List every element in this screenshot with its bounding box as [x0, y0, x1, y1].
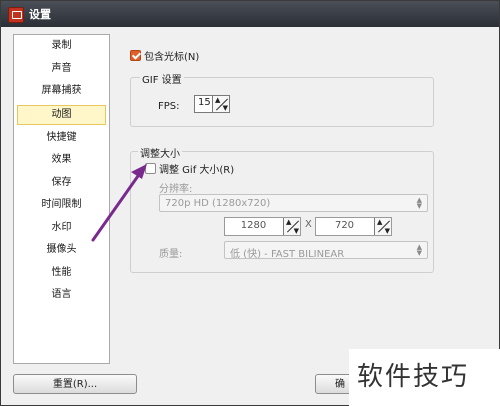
sidebar-item-webcam[interactable]: 摄像头: [14, 239, 109, 262]
spin-arrows-icon[interactable]: ▲ ▼: [374, 218, 391, 235]
gif-settings-group: GIF 设置 FPS: 15 ▲ ▼: [130, 71, 434, 127]
dropdown-arrow-icon: ▲ ▼: [416, 243, 422, 257]
sidebar-item-save[interactable]: 保存: [14, 172, 109, 195]
resize-gif-label: 调整 Gif 大小(R): [159, 165, 235, 176]
sidebar-item-record[interactable]: 录制: [14, 35, 109, 58]
quality-value: 低 (快) - FAST BILINEAR: [230, 249, 345, 260]
watermark-text: 软件技巧: [349, 349, 500, 406]
fps-spinbox[interactable]: 15 ▲ ▼: [194, 95, 230, 113]
resize-group: 调整大小 调整 Gif 大小(R) 分辨率: 720p HD (1280x720…: [130, 145, 434, 273]
resolution-select[interactable]: 720p HD (1280x720) ▲ ▼: [159, 194, 428, 212]
sidebar-item-time-limit[interactable]: 时间限制: [14, 194, 109, 217]
resize-gif-checkbox[interactable]: [145, 163, 156, 174]
window-title: 设置: [29, 8, 51, 21]
resolution-value: 720p HD (1280x720): [165, 198, 271, 209]
app-icon: [8, 7, 24, 23]
include-cursor-checkbox[interactable]: [130, 50, 141, 61]
sidebar-item-sound[interactable]: 声音: [14, 58, 109, 81]
resize-gif-row[interactable]: 调整 Gif 大小(R): [145, 161, 234, 176]
dropdown-arrow-icon: ▲ ▼: [416, 196, 422, 210]
resize-group-title: 调整大小: [138, 145, 182, 160]
sidebar-item-watermark[interactable]: 水印: [14, 217, 109, 240]
sidebar-item-gif[interactable]: 动图: [17, 104, 106, 125]
title-bar[interactable]: 设置: [1, 1, 499, 27]
sidebar-item-performance[interactable]: 性能: [14, 262, 109, 285]
spin-arrows-icon[interactable]: ▲ ▼: [212, 96, 229, 112]
quality-label: 质量:: [159, 249, 183, 260]
settings-window: 设置 录制 声音 屏幕捕获 动图 快捷键 效果 保存 时间限制 水印 摄像头 性…: [0, 0, 500, 406]
include-cursor-label: 包含光标(N): [144, 52, 200, 63]
height-value: 720: [334, 220, 355, 231]
gif-settings-title: GIF 设置: [140, 71, 184, 86]
sidebar-item-screen-capture[interactable]: 屏幕捕获: [14, 80, 109, 103]
resolution-label: 分辨率:: [159, 184, 193, 195]
sidebar-item-language[interactable]: 语言: [14, 284, 109, 307]
quality-select[interactable]: 低 (快) - FAST BILINEAR ▲ ▼: [224, 241, 428, 260]
height-spinbox[interactable]: 720 ▲ ▼: [315, 217, 392, 236]
include-cursor-row[interactable]: 包含光标(N): [130, 48, 199, 63]
width-spinbox[interactable]: 1280 ▲ ▼: [224, 217, 301, 236]
reset-button[interactable]: 重置(R)...: [13, 374, 137, 394]
gif-settings-panel: 包含光标(N) GIF 设置 FPS: 15 ▲ ▼ 调整大小 调整 Gif 大小…: [116, 34, 441, 362]
size-separator: X: [305, 219, 312, 230]
spin-arrows-icon[interactable]: ▲ ▼: [283, 218, 300, 235]
fps-value: 15: [198, 97, 211, 108]
width-value: 1280: [240, 220, 267, 231]
sidebar-item-hotkeys[interactable]: 快捷键: [14, 127, 109, 150]
fps-label: FPS:: [158, 101, 180, 112]
sidebar-item-effects[interactable]: 效果: [14, 149, 109, 172]
settings-sidebar: 录制 声音 屏幕捕获 动图 快捷键 效果 保存 时间限制 水印 摄像头 性能 语…: [13, 34, 110, 364]
